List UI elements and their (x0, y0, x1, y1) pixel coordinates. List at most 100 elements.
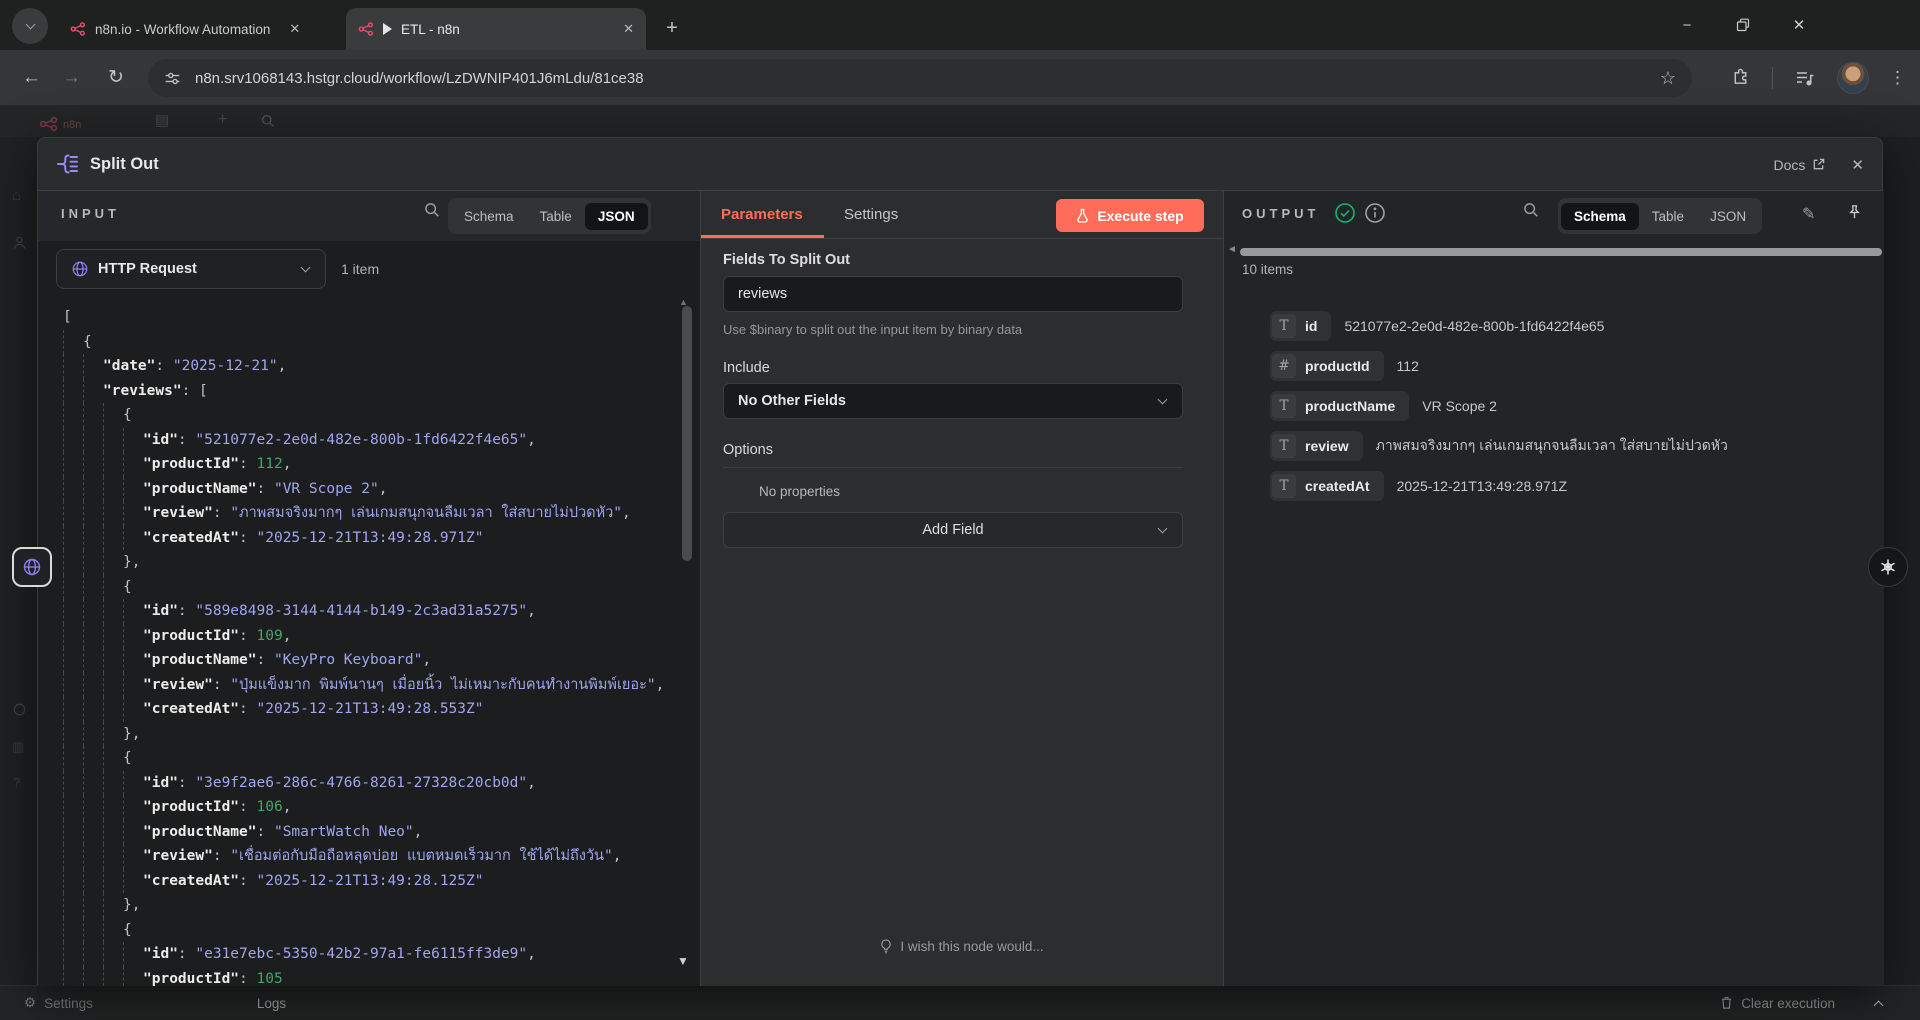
ai-assistant-button[interactable] (1868, 547, 1908, 587)
tab-settings[interactable]: Settings (844, 206, 898, 223)
info-icon[interactable] (1364, 202, 1386, 224)
home-icon: ⌂ (12, 187, 21, 204)
edit-output-icon[interactable]: ✎ (1802, 204, 1815, 224)
sidebar-settings-item[interactable]: ⚙ Settings (24, 995, 93, 1011)
indent-guide (103, 771, 123, 796)
chevron-up-icon[interactable] (1874, 1000, 1884, 1010)
tab-schema[interactable]: Schema (451, 203, 527, 230)
indent-guide (83, 795, 103, 820)
node-feedback-link[interactable]: I wish this node would... (701, 939, 1223, 954)
search-icon[interactable] (423, 201, 440, 218)
tab-json[interactable]: JSON (1697, 203, 1759, 230)
extensions-icon[interactable] (1731, 68, 1750, 87)
indent-guide (83, 477, 103, 502)
json-code-line: "productId": 112, (63, 452, 701, 477)
tab-table[interactable]: Table (527, 203, 585, 230)
tab-audio-playing-icon (383, 23, 392, 35)
execute-step-button[interactable]: Execute step (1056, 199, 1204, 232)
window-minimize-button[interactable]: − (1676, 14, 1698, 36)
scroll-down-icon[interactable]: ▼ (677, 954, 689, 968)
fields-to-split-out-input[interactable]: reviews (723, 276, 1183, 312)
add-field-button[interactable]: Add Field (723, 512, 1183, 548)
input-source-select[interactable]: HTTP Request (56, 249, 326, 289)
json-code-line: "id": "521077e2-2e0d-482e-800b-1fd6422f4… (63, 428, 701, 453)
media-controls-icon[interactable] (1795, 68, 1815, 88)
browser-menu-icon[interactable]: ⋮ (1889, 68, 1906, 88)
new-tab-button[interactable]: + (658, 14, 686, 42)
input-scrollbar-thumb[interactable] (682, 306, 692, 561)
indent-guide (103, 575, 123, 600)
profile-avatar[interactable] (1837, 62, 1869, 94)
tab-table[interactable]: Table (1639, 203, 1697, 230)
indent-guide (63, 869, 83, 894)
settings-label: Settings (44, 996, 93, 1011)
indent-guide (83, 354, 103, 379)
indent-guide (83, 403, 103, 428)
logs-panel-toggle[interactable]: Logs (257, 996, 286, 1011)
output-hscrollbar-thumb[interactable] (1240, 248, 1882, 256)
tab-close-icon[interactable]: ✕ (623, 21, 634, 37)
input-source-label: HTTP Request (98, 261, 197, 277)
templates-icon (12, 702, 27, 717)
no-properties-text: No properties (759, 484, 840, 499)
input-node-pill[interactable] (12, 547, 52, 587)
schema-field-key: createdAt (1296, 478, 1382, 494)
indent-guide (83, 624, 103, 649)
address-bar[interactable]: n8n.srv1068143.hstgr.cloud/workflow/LzDW… (148, 59, 1692, 97)
indent-guide (83, 869, 103, 894)
schema-field-row[interactable]: TproductNameVR Scope 2 (1270, 386, 1870, 426)
window-close-button[interactable]: ✕ (1788, 14, 1810, 36)
schema-field-row[interactable]: Tid521077e2-2e0d-482e-800b-1fd6422f4e65 (1270, 306, 1870, 346)
tab-title: ETL - n8n (401, 22, 460, 37)
input-view-tabs: Schema Table JSON (448, 198, 651, 234)
include-select[interactable]: No Other Fields (723, 383, 1183, 419)
indent-guide (83, 501, 103, 526)
tab-close-icon[interactable]: ✕ (289, 21, 300, 37)
schema-field-row[interactable]: TcreatedAt2025-12-21T13:49:28.971Z (1270, 466, 1870, 506)
indent-guide (63, 379, 83, 404)
chevron-down-icon (1158, 524, 1168, 534)
toolbar-divider (1772, 67, 1773, 89)
search-icon (260, 113, 275, 128)
back-button[interactable]: ← (22, 50, 41, 105)
browser-tab-active[interactable]: ETL - n8n ✕ (346, 8, 646, 50)
site-settings-icon[interactable] (164, 70, 181, 87)
tab-json[interactable]: JSON (585, 203, 648, 230)
string-type-icon: T (1272, 474, 1296, 498)
forward-button[interactable]: → (62, 50, 81, 105)
indent-guide (83, 942, 103, 967)
indent-guide (83, 673, 103, 698)
input-json-viewer[interactable]: [{"date": "2025-12-21","reviews": [{"id"… (38, 297, 701, 986)
indent-guide (63, 452, 83, 477)
pin-icon[interactable] (1846, 204, 1863, 221)
indent-guide (63, 673, 83, 698)
indent-guide (123, 599, 143, 624)
indent-guide (103, 697, 123, 722)
bookmark-star-icon[interactable]: ☆ (1660, 68, 1676, 89)
dialog-header: Split Out Docs ✕ (38, 138, 1882, 191)
browser-tab-inactive[interactable]: n8n.io - Workflow Automation ✕ (58, 8, 312, 50)
tab-schema[interactable]: Schema (1561, 203, 1639, 230)
window-restore-button[interactable] (1732, 14, 1754, 36)
indent-guide (83, 526, 103, 551)
indent-guide (63, 550, 83, 575)
gear-icon: ⚙ (24, 995, 36, 1011)
reload-button[interactable]: ↻ (108, 50, 124, 105)
indent-guide (103, 967, 123, 987)
chevron-down-icon (301, 263, 311, 273)
indent-guide (103, 673, 123, 698)
schema-field-value: 112 (1397, 358, 1419, 374)
dialog-close-icon[interactable]: ✕ (1851, 156, 1864, 174)
schema-field-row[interactable]: Treviewภาพสมจริงมากๆ เล่นเกมสนุกจนลืมเวล… (1270, 426, 1870, 466)
search-icon[interactable] (1522, 201, 1539, 218)
tab-search-button[interactable] (12, 8, 48, 44)
tab-parameters[interactable]: Parameters (721, 206, 803, 223)
hscroll-left-icon[interactable]: ◄ (1227, 244, 1237, 255)
indent-guide (83, 771, 103, 796)
schema-field-row[interactable]: #productId112 (1270, 346, 1870, 386)
docs-link[interactable]: Docs (1774, 157, 1826, 173)
indent-guide (83, 697, 103, 722)
clear-execution-button[interactable]: Clear execution (1720, 996, 1835, 1011)
user-icon (12, 235, 27, 250)
json-code-line: "date": "2025-12-21", (63, 354, 701, 379)
